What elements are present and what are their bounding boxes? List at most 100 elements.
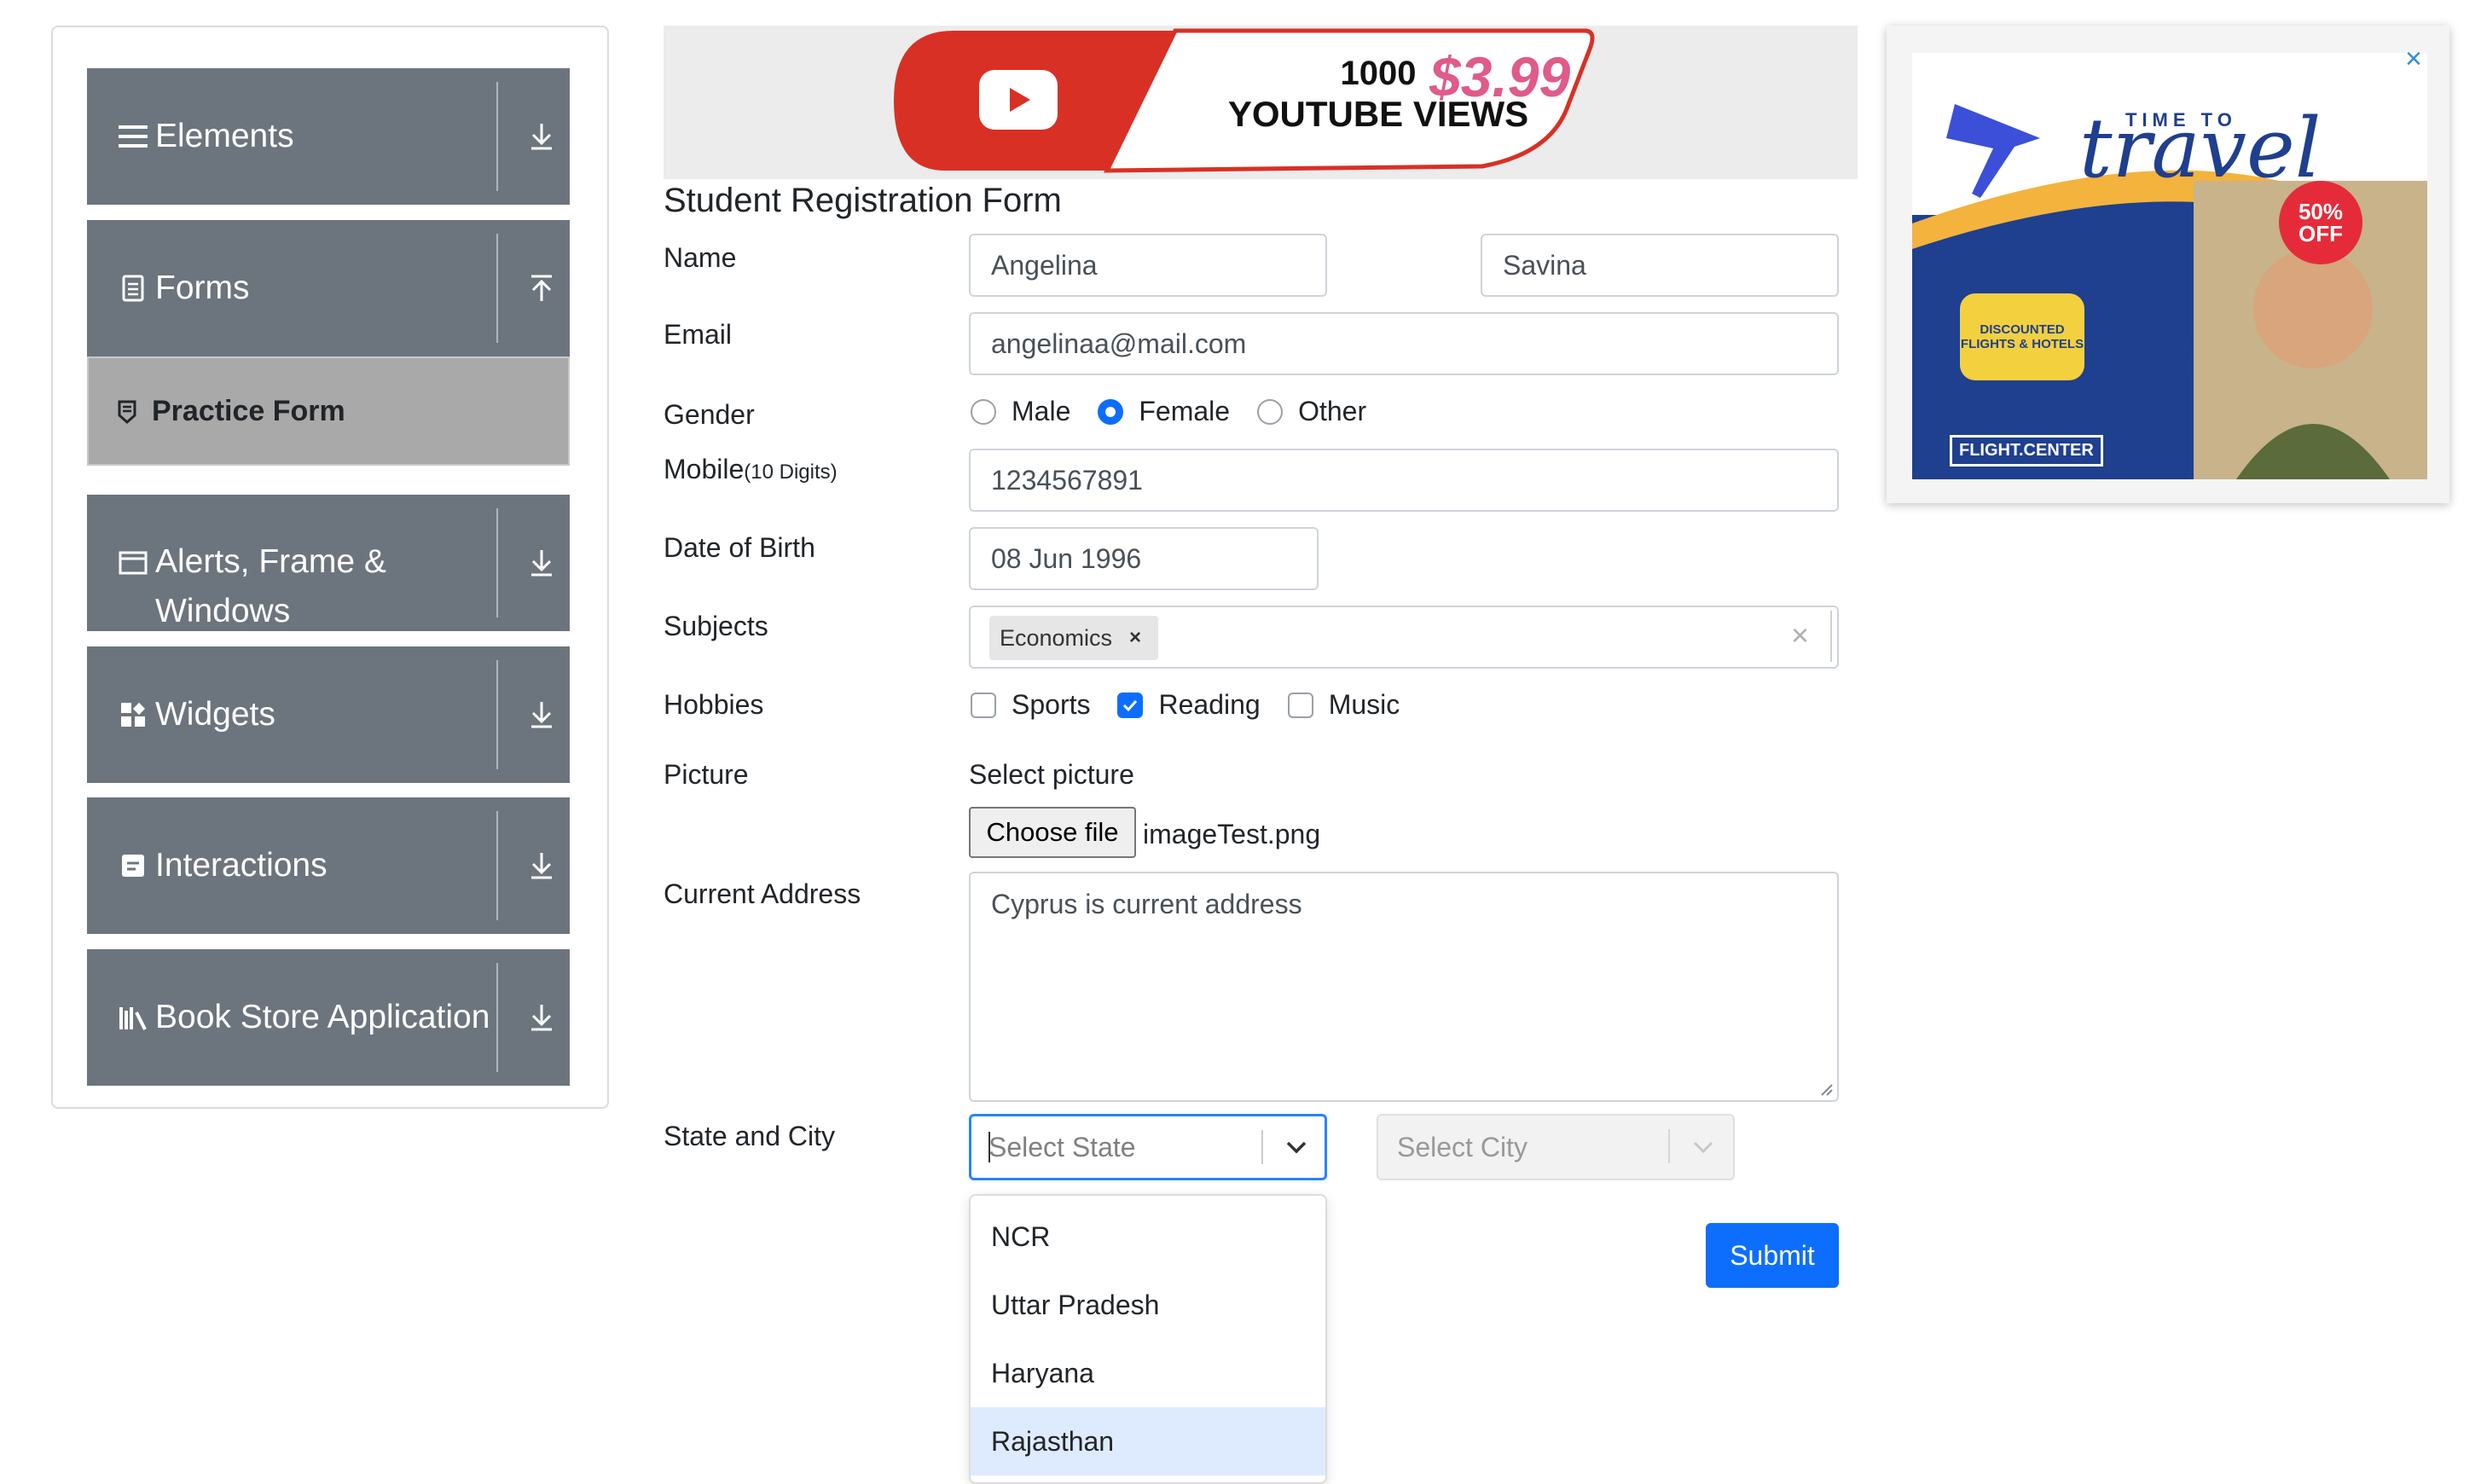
download-arrow-icon[interactable] bbox=[513, 495, 570, 631]
sidebar-group-elements[interactable]: Elements bbox=[87, 68, 570, 205]
divider bbox=[1830, 611, 1832, 662]
resize-handle-icon[interactable] bbox=[1818, 1081, 1834, 1097]
sidebar-group-bookstore[interactable]: Book Store Application bbox=[87, 949, 570, 1086]
sidebar-item-practice-form[interactable]: Practice Form bbox=[87, 357, 570, 466]
subject-chip-label: Economics bbox=[1000, 624, 1113, 651]
chevron-down-icon[interactable] bbox=[1268, 1116, 1325, 1178]
gender-male-radio[interactable] bbox=[971, 398, 996, 425]
sidebar-group-interactions[interactable]: Interactions bbox=[87, 797, 570, 934]
download-arrow-icon[interactable] bbox=[513, 949, 570, 1086]
state-option-uttar-pradesh[interactable]: Uttar Pradesh bbox=[971, 1271, 1325, 1339]
address-label: Current Address bbox=[664, 878, 861, 909]
file-name: imageTest.png bbox=[1143, 819, 1321, 849]
mobile-label: Mobile(10 Digits) bbox=[664, 454, 838, 484]
email-field[interactable]: angelinaa@mail.com bbox=[969, 312, 1839, 375]
sidebar-group-label: Alerts, Frame & Windows bbox=[155, 543, 386, 629]
ad-travel[interactable]: TIME TO travel 50% OFF DISCOUNTED FLIGHTS … bbox=[1887, 26, 2449, 503]
widgets-icon bbox=[116, 646, 150, 783]
text-caret bbox=[988, 1132, 990, 1162]
sidebar-group-label: Widgets bbox=[155, 696, 275, 733]
submit-button[interactable]: Submit bbox=[1706, 1223, 1839, 1288]
hobby-music-checkbox[interactable] bbox=[1287, 692, 1313, 718]
mobile-field[interactable]: 1234567891 bbox=[969, 449, 1839, 512]
ad-travel-word: travel bbox=[2079, 101, 2322, 196]
hobby-reading-checkbox[interactable] bbox=[1117, 692, 1144, 718]
sidebar-group-alerts[interactable]: Alerts, Frame & Windows bbox=[87, 495, 570, 631]
close-icon[interactable]: × bbox=[2405, 43, 2422, 76]
ad-banner-youtube[interactable]: 1000 YOUTUBE VIEWS $3.99 bbox=[664, 26, 1858, 179]
name-label: Name bbox=[664, 242, 737, 273]
sidebar-group-label: Forms bbox=[155, 270, 250, 306]
state-placeholder: Select State bbox=[988, 1131, 1136, 1162]
sidebar-group-label: Interactions bbox=[155, 847, 328, 884]
divider bbox=[496, 234, 498, 343]
divider bbox=[496, 82, 498, 191]
chip-remove-icon[interactable]: × bbox=[1129, 626, 1141, 650]
gender-other-label[interactable]: Other bbox=[1298, 396, 1366, 427]
gender-other-radio[interactable] bbox=[1257, 398, 1284, 425]
download-arrow-icon[interactable] bbox=[513, 797, 570, 934]
state-option-haryana[interactable]: Haryana bbox=[971, 1339, 1325, 1407]
hobby-sports-label[interactable]: Sports bbox=[1012, 689, 1090, 721]
chevron-down-icon bbox=[1675, 1116, 1731, 1179]
ad-bubble: DISCOUNTED FLIGHTS & HOTELS bbox=[1960, 293, 2084, 380]
divider bbox=[496, 508, 498, 617]
clipboard-icon bbox=[118, 400, 136, 424]
first-name-field[interactable]: Angelina bbox=[969, 234, 1327, 297]
sidebar-group-widgets[interactable]: Widgets bbox=[87, 646, 570, 783]
email-label: Email bbox=[664, 319, 733, 350]
subject-chip: Economics × bbox=[989, 616, 1158, 660]
mobile-hint: (10 Digits) bbox=[744, 461, 838, 484]
choose-file-button[interactable]: Choose file bbox=[969, 807, 1136, 858]
ad-price: $3.99 bbox=[1429, 45, 1571, 108]
subjects-clear-icon[interactable]: × bbox=[1791, 617, 1809, 653]
ad-travel-image: TIME TO travel 50% OFF DISCOUNTED FLIGHTS … bbox=[1912, 53, 2427, 479]
gender-male-label[interactable]: Male bbox=[1012, 396, 1070, 427]
youtube-play-icon bbox=[979, 70, 1058, 130]
address-value: Cyprus is current address bbox=[991, 889, 1302, 919]
subjects-label: Subjects bbox=[664, 611, 768, 641]
ad-brand: FLIGHT.CENTER bbox=[1950, 435, 2103, 467]
window-icon bbox=[116, 495, 150, 631]
state-dropdown-menu: NCR Uttar Pradesh Haryana Rajasthan bbox=[969, 1194, 1327, 1484]
address-textarea[interactable]: Cyprus is current address bbox=[969, 872, 1839, 1102]
picture-label: Picture bbox=[664, 759, 749, 790]
city-select: Select City bbox=[1377, 1114, 1735, 1180]
city-placeholder: Select City bbox=[1397, 1131, 1528, 1162]
gender-female-radio[interactable] bbox=[1098, 398, 1124, 425]
divider bbox=[496, 811, 498, 920]
gender-female-label[interactable]: Female bbox=[1139, 396, 1230, 427]
download-arrow-icon[interactable] bbox=[513, 68, 570, 205]
hamburger-icon bbox=[116, 68, 150, 205]
divider bbox=[496, 660, 498, 769]
interactions-icon bbox=[116, 797, 150, 934]
hobby-music-label[interactable]: Music bbox=[1329, 689, 1400, 721]
gender-label: Gender bbox=[664, 399, 755, 430]
discount-badge: 50% OFF bbox=[2279, 181, 2362, 264]
page-title: Student Registration Form bbox=[664, 182, 1062, 219]
sidebar-group-label: Elements bbox=[155, 118, 294, 154]
last-name-field[interactable]: Savina bbox=[1481, 234, 1839, 297]
select-picture-label: Select picture bbox=[969, 759, 1134, 790]
download-arrow-icon[interactable] bbox=[513, 646, 570, 783]
divider bbox=[1668, 1129, 1670, 1163]
dob-field[interactable]: 08 Jun 1996 bbox=[969, 527, 1319, 590]
state-option-ncr[interactable]: NCR bbox=[971, 1203, 1325, 1271]
upload-arrow-icon[interactable] bbox=[513, 220, 570, 357]
document-icon bbox=[116, 220, 150, 357]
bookstore-icon bbox=[116, 949, 150, 1086]
state-select[interactable]: Select State bbox=[969, 1114, 1327, 1180]
state-city-label: State and City bbox=[664, 1121, 835, 1151]
check-icon bbox=[1123, 699, 1138, 711]
sidebar-group-forms[interactable]: Forms bbox=[87, 220, 570, 357]
hobby-reading-label[interactable]: Reading bbox=[1158, 689, 1260, 721]
dob-label: Date of Birth bbox=[664, 532, 815, 563]
divider bbox=[1261, 1130, 1263, 1164]
divider bbox=[496, 963, 498, 1072]
hobbies-label: Hobbies bbox=[664, 689, 764, 720]
gender-radio-group: Male Female Other bbox=[971, 396, 1394, 427]
state-option-rajasthan[interactable]: Rajasthan bbox=[971, 1407, 1325, 1475]
hobbies-checkbox-group: Sports Reading Music bbox=[971, 689, 1427, 721]
sidebar-item-label: Practice Form bbox=[152, 394, 345, 427]
hobby-sports-checkbox[interactable] bbox=[971, 692, 996, 718]
